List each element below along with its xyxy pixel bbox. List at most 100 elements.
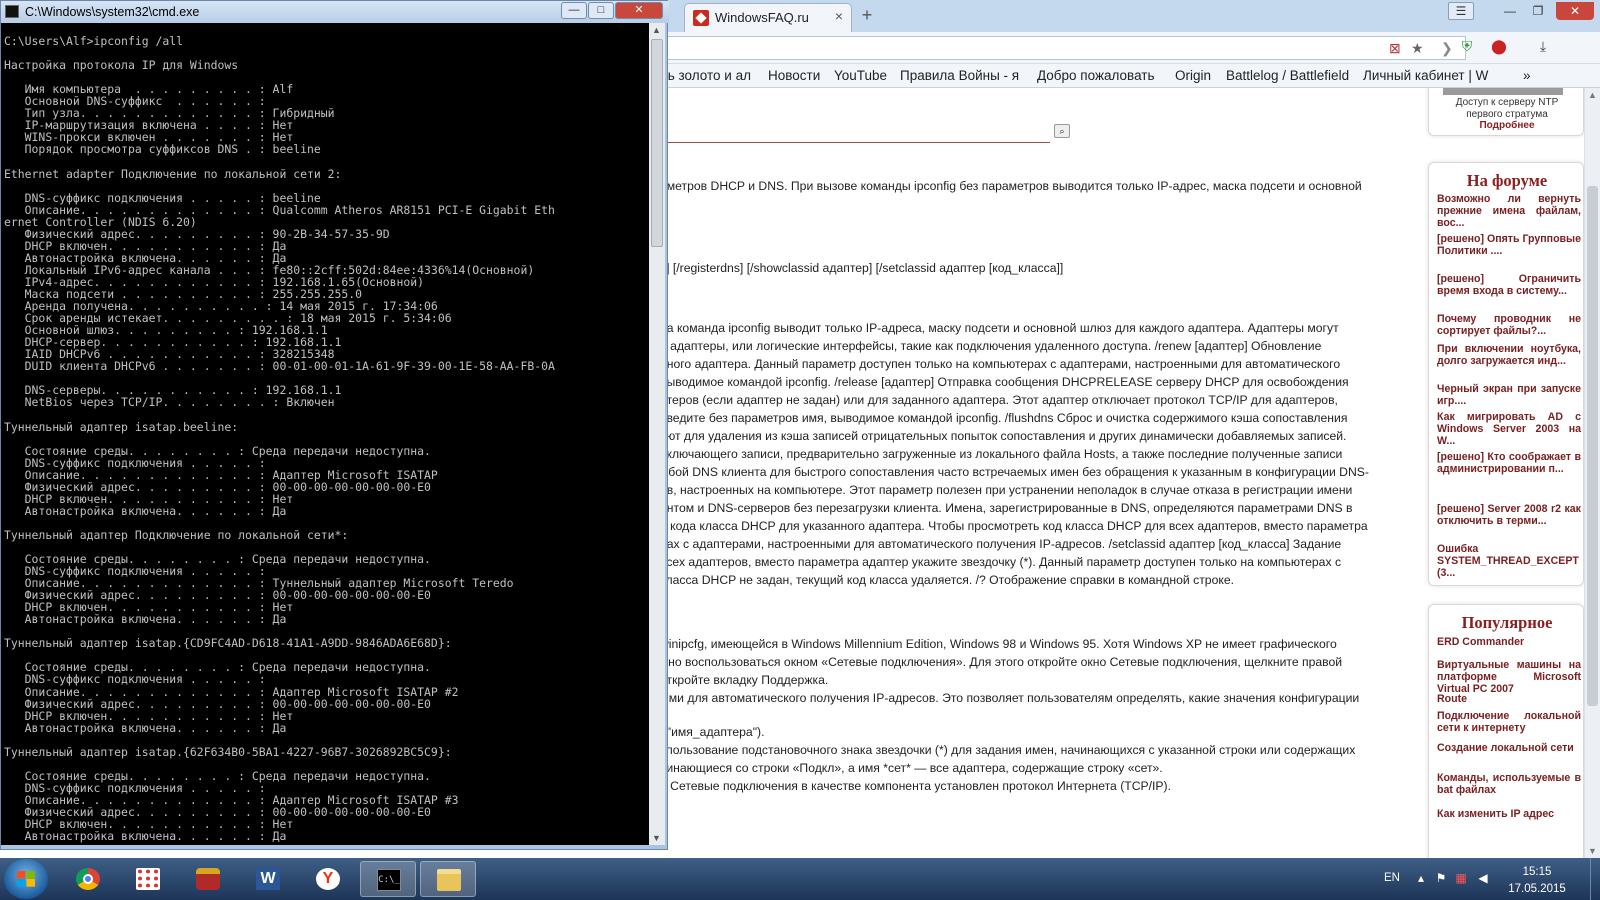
article-line: е Сетевые подключения в качестве компоне…: [660, 779, 1171, 793]
article-line: ентом и DNS-серверов без перезагрузки кл…: [660, 501, 1353, 515]
chrome-icon: [76, 868, 100, 890]
scrollbar-thumb[interactable]: [651, 39, 663, 247]
bookmark-star-icon[interactable]: ★: [1411, 40, 1424, 57]
cmd-scrollbar[interactable]: ▲ ▼: [649, 23, 665, 845]
adblock-extension-icon[interactable]: ⬤: [1488, 38, 1510, 58]
scroll-up-icon[interactable]: ▲: [1588, 90, 1597, 100]
show-hidden-icons-icon[interactable]: ▴: [1414, 871, 1428, 885]
ntp-more-link[interactable]: Подробнее: [1429, 120, 1584, 131]
flag-icon[interactable]: ⚑: [1434, 871, 1448, 885]
popular-item-link[interactable]: Виртуальные машины на платформе Microsof…: [1437, 659, 1581, 695]
forum-item-link[interactable]: [решено] Server 2008 r2 как отключить в …: [1437, 503, 1581, 527]
clock-time[interactable]: 15:15: [1502, 866, 1572, 878]
popular-item-link[interactable]: ERD Commander: [1437, 636, 1581, 648]
forum-item-link[interactable]: [решено] Ограничить время входа в систем…: [1437, 273, 1581, 297]
system-tray: EN ▴ ⚑ ▦ ◀ 15:15 17.05.2015: [1384, 858, 1600, 900]
yandex-browser-icon: Y: [316, 868, 340, 890]
bookmark-item[interactable]: Добро пожаловать: [1037, 68, 1155, 83]
lock-icon: [196, 868, 220, 890]
popular-item-link[interactable]: Как изменить IP адрес: [1437, 808, 1581, 820]
taskbar: W Y C:\_ EN ▴ ⚑ ▦ ◀ 15:15 17.05.2015: [0, 858, 1600, 900]
search-input[interactable]: [660, 142, 1050, 143]
article-line: введите без параметров имя, выводимое ко…: [660, 411, 1348, 425]
new-tab-button[interactable]: +: [856, 4, 878, 26]
article-line: нного адаптера. Данный параметр доступен…: [660, 357, 1341, 371]
ntp-banner-image: [1443, 88, 1563, 95]
popular-item-link[interactable]: Route: [1437, 693, 1581, 705]
cmd-minimize-button[interactable]: —: [561, 2, 587, 19]
right-sidebar: Доступ к серверу NTP первого стратума По…: [1428, 88, 1584, 858]
bookmarks-overflow-button[interactable]: »: [1523, 68, 1531, 83]
lock-app-taskbar-button[interactable]: [180, 861, 236, 897]
browser-close-button[interactable]: ✕: [1556, 2, 1594, 20]
apps-taskbar-button[interactable]: [120, 861, 176, 897]
browser-minimize-button[interactable]: —: [1496, 2, 1524, 20]
cmd-titlebar[interactable]: C:\Windows\system32\cmd.exe — □ ✕: [1, 1, 669, 23]
scroll-up-icon[interactable]: ▲: [652, 25, 661, 35]
article-line: ра команда ipconfig выводит только IP-ад…: [660, 321, 1339, 335]
forum-item-link[interactable]: Черный экран при запуске игр....: [1437, 383, 1581, 407]
forum-item-link[interactable]: Почему проводник не сортирует файлы?...: [1437, 313, 1581, 337]
download-icon[interactable]: ⤓: [1532, 38, 1554, 58]
language-indicator[interactable]: EN: [1384, 872, 1400, 884]
forum-item-link[interactable]: [решено] Кто соображает в администрирова…: [1437, 451, 1581, 475]
forum-item-link[interactable]: Как мигрировать AD с Windows Server 2003…: [1437, 411, 1581, 447]
bookmark-item[interactable]: Правила Войны - я: [900, 68, 1019, 83]
ntp-text: Доступ к серверу NTP: [1455, 97, 1559, 108]
shield-extension-icon[interactable]: ⛨: [1456, 38, 1478, 58]
console-text: C:\Users\Alf>ipconfig /all Настройка про…: [4, 34, 555, 844]
popular-item-link[interactable]: Команды, используемые в bat файлах: [1437, 772, 1581, 796]
volume-icon[interactable]: ◀: [1476, 871, 1490, 885]
scrollbar-thumb[interactable]: [1587, 186, 1598, 706]
article-line: ыми для автоматического получения IP-адр…: [660, 691, 1360, 705]
show-desktop-button[interactable]: [1590, 858, 1600, 900]
article-line: аметров DHCP и DNS. При вызове команды i…: [660, 179, 1362, 193]
ntp-ad-box: Доступ к серверу NTP первого стратума По…: [1428, 88, 1584, 136]
yandex-taskbar-button[interactable]: Y: [300, 861, 356, 897]
tab-title: WindowsFAQ.ru: [715, 10, 809, 25]
console-output[interactable]: C:\Users\Alf>ipconfig /all Настройка про…: [1, 23, 649, 845]
network-icon[interactable]: ▦: [1454, 871, 1468, 885]
browser-maximize-button[interactable]: ❐: [1524, 2, 1552, 20]
popular-title: Популярное: [1461, 613, 1553, 632]
bookmark-item[interactable]: Battlelog / Battlefield: [1226, 68, 1349, 83]
close-tab-icon[interactable]: ×: [835, 8, 843, 24]
clock-date[interactable]: 17.05.2015: [1502, 883, 1572, 895]
page-scrollbar[interactable]: ▲ ▼: [1584, 88, 1600, 858]
bookmark-item[interactable]: Новости: [768, 68, 820, 83]
article-line: чинающиеся со строки «Подкл», а имя *сет…: [660, 761, 1163, 775]
bookmark-item[interactable]: ить золото и ал: [654, 68, 751, 83]
cmd-maximize-button[interactable]: □: [588, 2, 614, 19]
explorer-taskbar-button[interactable]: [420, 861, 476, 897]
start-button[interactable]: [4, 859, 48, 899]
article-line: уют для удаления из кэша записей отрицат…: [660, 429, 1347, 443]
browser-tab[interactable]: WindowsFAQ.ru ×: [684, 3, 852, 32]
cmd-taskbar-button[interactable]: C:\_: [360, 861, 416, 897]
forum-item-link[interactable]: Возможно ли вернуть прежние имена файлам…: [1437, 193, 1581, 229]
forum-item-link[interactable]: При включении ноутбука, долго загружаетс…: [1437, 343, 1581, 367]
forum-item-link[interactable]: [решено] Опять Групповые Политики ....: [1437, 233, 1581, 257]
forum-item-link[interactable]: Ошибка SYSTEM_THREAD_EXCEPT (3...: [1437, 543, 1581, 579]
article-line: жно воспользоваться окном «Сетевые подкл…: [660, 655, 1343, 669]
blocked-popup-icon[interactable]: ⊠: [1389, 40, 1401, 57]
cmd-title: C:\Windows\system32\cmd.exe: [25, 5, 200, 19]
popular-item-link[interactable]: Подключение локальной сети к интернету: [1437, 710, 1581, 734]
search-button[interactable]: ⌕: [1054, 124, 1070, 138]
bookmark-item[interactable]: Origin: [1175, 68, 1211, 83]
article-line: . "имя_адаптера").: [660, 725, 765, 739]
cmd-icon: [5, 5, 19, 18]
article-line: е адаптеры, или логические интерфейсы, т…: [660, 339, 1322, 353]
chrome-taskbar-button[interactable]: [60, 861, 116, 897]
scroll-down-icon[interactable]: ▼: [1588, 846, 1597, 856]
scroll-down-icon[interactable]: ▼: [652, 833, 661, 843]
chevron-right-icon[interactable]: ❯: [1441, 40, 1453, 57]
address-bar[interactable]: ⊠ ★ ❯: [660, 36, 1466, 60]
popular-item-link[interactable]: Создание локальной сети: [1437, 742, 1581, 754]
bookmark-item[interactable]: YouTube: [834, 68, 887, 83]
word-taskbar-button[interactable]: W: [240, 861, 296, 897]
article-line: спользование подстановочного знака звезд…: [660, 743, 1356, 757]
cmd-close-button[interactable]: ✕: [615, 2, 663, 19]
browser-menu-button[interactable]: ☰: [1448, 2, 1474, 20]
article-line: класса DHCP не задан, текущий код класса…: [660, 573, 1234, 587]
bookmark-item[interactable]: Личный кабинет | W: [1363, 68, 1488, 83]
